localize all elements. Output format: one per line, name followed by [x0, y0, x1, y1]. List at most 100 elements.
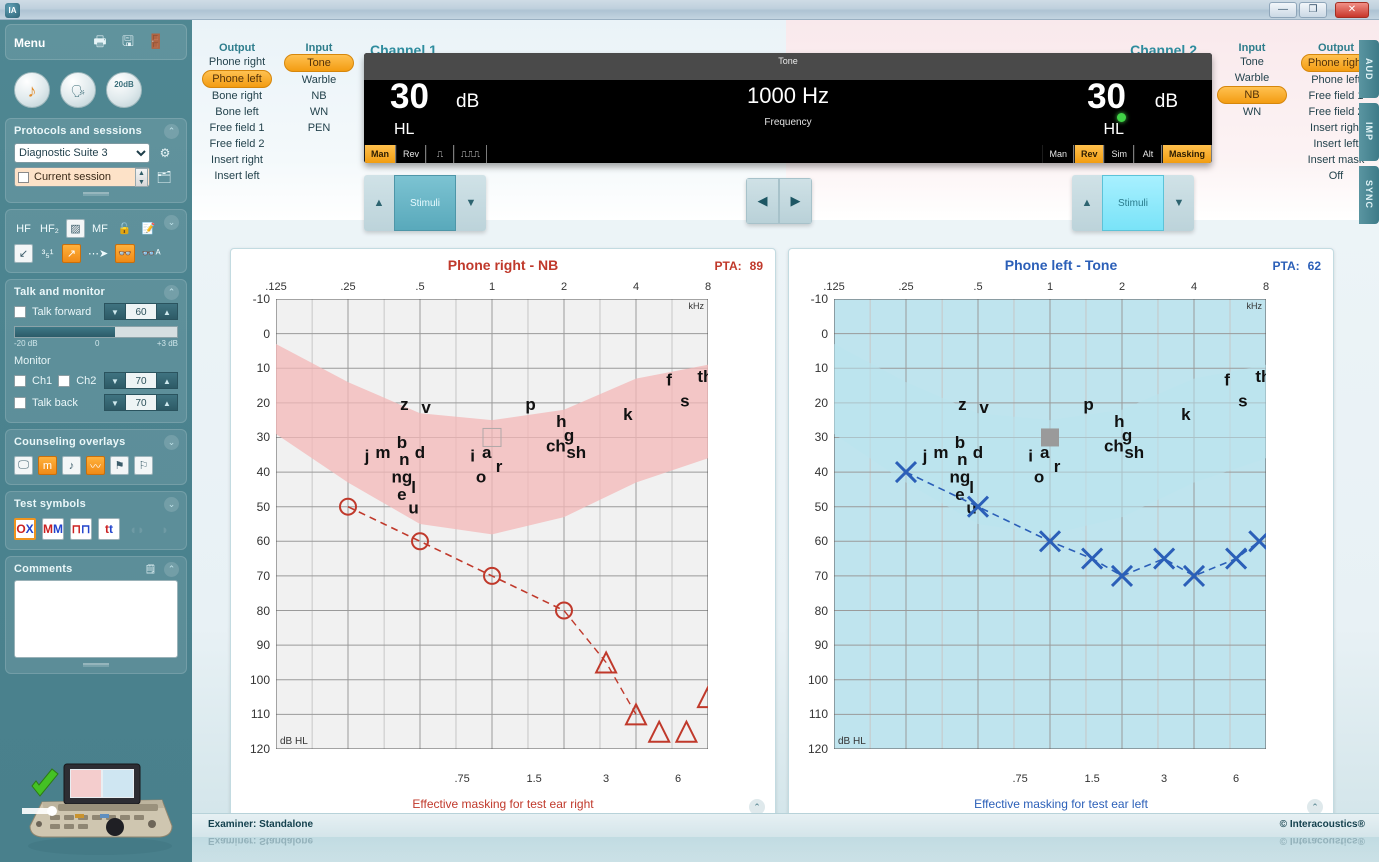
expand-arrow-icon[interactable]: ↗ — [62, 244, 81, 263]
banana-curve-icon[interactable]: 〰 — [86, 456, 105, 475]
test-symbols-collapse-icon[interactable]: ⌄ — [164, 497, 179, 512]
comments-textarea[interactable] — [14, 580, 178, 658]
talk-forward-down-button[interactable]: ▼ — [104, 303, 126, 320]
hf-button[interactable]: HF — [14, 219, 33, 238]
symbol-ear-one-icon[interactable]: ◗ — [154, 518, 176, 540]
ch1-output-phone-right[interactable]: Phone right — [202, 54, 272, 70]
ch1-input-nb[interactable]: NB — [284, 88, 354, 104]
symbol-t-icon[interactable]: tt — [98, 518, 120, 540]
symbol-mm-icon[interactable]: MM — [42, 518, 64, 540]
ch1-input-wn[interactable]: WN — [284, 104, 354, 120]
talk-forward-slider[interactable] — [14, 326, 178, 338]
ch1-level-down-button[interactable]: ▼ — [456, 175, 486, 231]
ch1-stimuli-button[interactable]: Stimuli — [394, 175, 456, 231]
ch2-stimuli-button[interactable]: Stimuli — [1102, 175, 1164, 231]
talk-back-value[interactable]: 70 — [126, 394, 156, 411]
right-chart-plot[interactable]: zvjmbdnngeluiaorphgchshkfsth-10010203040… — [250, 292, 720, 756]
three-five-icon[interactable]: ³₅¹ — [38, 244, 57, 263]
left-chart-plot[interactable]: zvjmbdnngeluiaorphgchshkfsth-10010203040… — [808, 292, 1271, 756]
tab-sync[interactable]: SYNC — [1359, 166, 1379, 224]
mask-a-icon[interactable]: 👓ᴬ — [140, 244, 163, 263]
unlock-icon[interactable]: 🔓 — [115, 219, 134, 238]
comments-grabber[interactable] — [83, 663, 109, 667]
session-stepper[interactable]: ▲ ▼ — [135, 168, 148, 187]
ch1-input-tone[interactable]: Tone — [284, 54, 354, 72]
ch2-mode-rev[interactable]: Rev — [1073, 145, 1105, 163]
save-icon[interactable]: 🖫 — [118, 31, 138, 51]
ch1-mode-man[interactable]: Man — [364, 145, 396, 163]
ch2-mode-man[interactable]: Man — [1042, 145, 1074, 163]
monitor-down-button[interactable]: ▼ — [104, 372, 126, 389]
ch2-mode-masking[interactable]: Masking — [1161, 145, 1212, 163]
protocols-collapse-icon[interactable]: ⌃ — [164, 124, 179, 139]
ch2-mode-sim[interactable]: Sim — [1104, 145, 1134, 163]
current-session-field[interactable]: Current session ▲ ▼ — [14, 167, 150, 187]
talk-forward-up-button[interactable]: ▲ — [156, 303, 178, 320]
ch1-level-up-button[interactable]: ▲ — [364, 175, 394, 231]
frequency-next-button[interactable]: ▶ — [779, 178, 812, 224]
speech-test-button[interactable]: 🗣 — [60, 72, 96, 108]
minimize-button[interactable]: — — [1269, 2, 1297, 18]
talk-back-checkbox[interactable] — [14, 396, 26, 409]
ch2-input-warble[interactable]: Warble — [1217, 70, 1287, 86]
spectrum-icon[interactable]: ▨ — [65, 219, 85, 238]
ch2-level-down-button[interactable]: ▼ — [1164, 175, 1194, 231]
flag-red-icon[interactable]: ⚐ — [134, 456, 153, 475]
gear-icon[interactable]: ⚙ — [155, 143, 175, 163]
ch2-input-wn[interactable]: WN — [1217, 104, 1287, 120]
monitor-ch1-checkbox[interactable] — [14, 374, 26, 387]
monitor-up-button[interactable]: ▲ — [156, 372, 178, 389]
mask-icon[interactable]: 👓 — [115, 244, 135, 263]
ch1-output-bone-left[interactable]: Bone left — [202, 104, 272, 120]
ch1-input-warble[interactable]: Warble — [284, 72, 354, 88]
dots-arrow-icon[interactable]: ⋯➤ — [86, 244, 110, 263]
ch1-output-phone-left[interactable]: Phone left — [202, 70, 272, 88]
exit-icon[interactable]: 🚪 — [146, 31, 166, 51]
ch1-output-free-field-2[interactable]: Free field 2 — [202, 136, 272, 152]
monitor-ch2-checkbox[interactable] — [58, 374, 71, 387]
edit-report-icon[interactable]: 📝 — [139, 219, 158, 238]
ch1-output-bone-right[interactable]: Bone right — [202, 88, 272, 104]
protocol-select[interactable]: Diagnostic Suite 3 — [14, 143, 150, 163]
plus-20db-button[interactable]: 20dB — [106, 72, 142, 108]
ch1-mode-pulse-single[interactable]: ⎍ — [426, 145, 455, 163]
talk-monitor-collapse-icon[interactable]: ⌃ — [164, 285, 179, 300]
panel-grabber[interactable] — [83, 192, 109, 196]
ch1-input-pen[interactable]: PEN — [284, 120, 354, 136]
talk-back-down-button[interactable]: ▼ — [104, 394, 126, 411]
talk-back-up-button[interactable]: ▲ — [156, 394, 178, 411]
ch1-mode-pulse-multi[interactable]: ⎍⎍⎍ — [454, 145, 487, 163]
ch2-input-tone[interactable]: Tone — [1217, 54, 1287, 70]
frequency-prev-button[interactable]: ◀ — [746, 178, 779, 224]
toolbar-collapse-icon[interactable]: ⌄ — [164, 215, 179, 230]
tab-imp[interactable]: IMP — [1359, 103, 1379, 161]
tone-test-button[interactable]: ♪ — [14, 72, 50, 108]
counseling-collapse-icon[interactable]: ⌄ — [164, 435, 179, 450]
single-arrow-icon[interactable]: ↙ — [14, 244, 33, 263]
mf-button[interactable]: MF — [90, 219, 110, 238]
print-icon[interactable]: 🖶 — [90, 31, 110, 51]
monitor-overlay-icon[interactable]: 🖵 — [14, 456, 33, 475]
ch1-output-free-field-1[interactable]: Free field 1 — [202, 120, 272, 136]
session-checkbox[interactable] — [18, 171, 29, 183]
note-icon[interactable]: 🗒 — [143, 562, 158, 577]
comments-collapse-icon[interactable]: ⌃ — [164, 562, 179, 577]
talk-forward-checkbox[interactable] — [14, 305, 26, 318]
ch1-output-insert-right[interactable]: Insert right — [202, 152, 272, 168]
hf-squared-button[interactable]: HF₂ — [38, 219, 61, 238]
sound-arrow-icon[interactable]: ♪ — [62, 456, 81, 475]
flag-pink-icon[interactable]: ⚑ — [110, 456, 129, 475]
ch2-level-up-button[interactable]: ▲ — [1072, 175, 1102, 231]
ch1-mode-rev[interactable]: Rev — [396, 145, 427, 163]
talk-forward-value[interactable]: 60 — [126, 303, 156, 320]
session-list-icon[interactable]: 🗂 — [154, 167, 174, 187]
speech-banana-m-icon[interactable]: m — [38, 456, 57, 475]
ch2-input-nb[interactable]: NB — [1217, 86, 1287, 104]
symbol-oc-icon[interactable]: OX — [14, 518, 36, 540]
ch2-mode-alt[interactable]: Alt — [1133, 145, 1162, 163]
symbol-brackets-icon[interactable]: ⊓ ⊓ — [70, 518, 92, 540]
maximize-button[interactable]: ❐ — [1299, 2, 1327, 18]
tab-aud[interactable]: AUD — [1359, 40, 1379, 98]
close-button[interactable]: ✕ — [1335, 2, 1369, 18]
monitor-value[interactable]: 70 — [126, 372, 156, 389]
